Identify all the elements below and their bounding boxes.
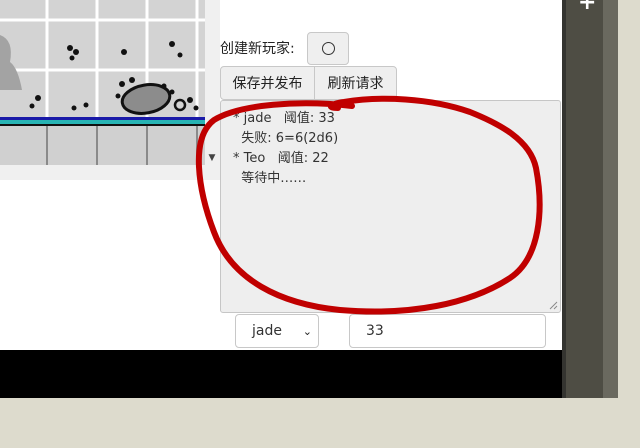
side-panel-right-strip — [603, 0, 618, 398]
app-window: ▼ 创建新玩家: 保存并发布 刷新请求 * jade 阈值: 33 失败: 6=… — [0, 0, 562, 350]
game-board: ▼ — [0, 0, 220, 180]
bottom-black-bar — [0, 350, 562, 398]
caret-down-icon[interactable]: ▼ — [205, 152, 219, 164]
side-panel-edge — [562, 0, 566, 398]
resize-grip-icon[interactable] — [548, 300, 558, 310]
log-line: * Teo 阈值: 22 — [233, 151, 329, 166]
circle-icon — [321, 42, 335, 55]
tile-map-drawing — [0, 0, 205, 165]
player-select[interactable]: jade ⌄ — [235, 314, 319, 348]
save-publish-button[interactable]: 保存并发布 — [220, 66, 315, 100]
log-textarea[interactable]: * jade 阈值: 33 失败: 6=6(2d6) * Teo 阈值: 22 … — [220, 100, 561, 313]
tile-map[interactable] — [0, 0, 205, 165]
log-line: 等待中…… — [233, 171, 307, 186]
new-player-label: 创建新玩家: — [220, 41, 295, 57]
create-player-button[interactable] — [307, 32, 349, 65]
threshold-input-value: 33 — [366, 323, 384, 339]
chevron-down-icon: ⌄ — [302, 324, 312, 338]
plus-icon[interactable]: + — [578, 0, 596, 14]
refresh-button[interactable]: 刷新请求 — [314, 66, 397, 100]
log-line: 失败: 6=6(2d6) — [233, 131, 339, 146]
log-line: * jade 阈值: 33 — [233, 111, 335, 126]
threshold-input[interactable]: 33 — [349, 314, 546, 348]
player-select-value: jade — [252, 323, 282, 339]
